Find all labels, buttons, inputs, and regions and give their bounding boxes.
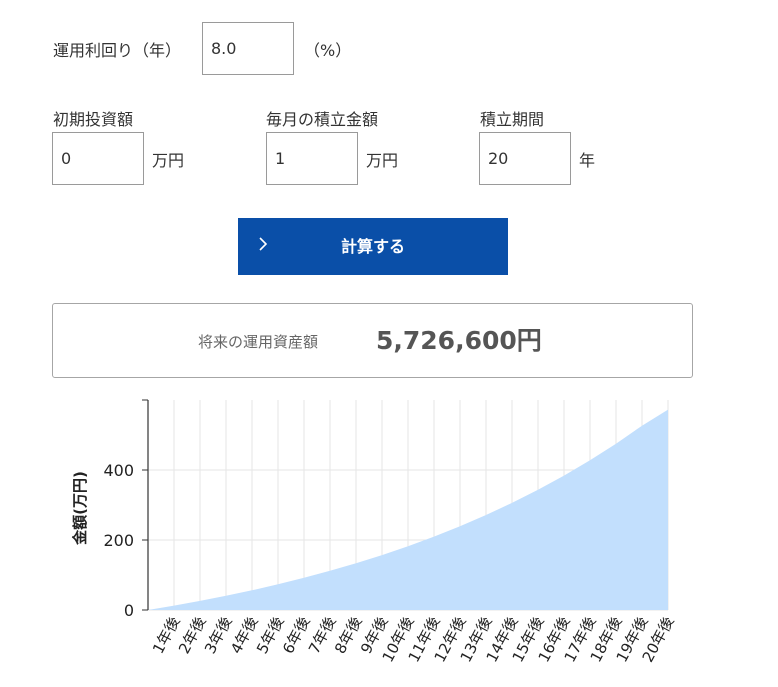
initial-label: 初期投資額 [53, 110, 134, 129]
period-label: 積立期間 [480, 110, 545, 129]
monthly-unit: 万円 [366, 151, 399, 170]
monthly-input[interactable] [266, 132, 358, 185]
period-unit: 年 [579, 151, 596, 170]
period-input[interactable] [479, 132, 571, 185]
result-box: 将来の運用資産額 5,726,600円 [52, 303, 693, 378]
result-label: 将来の運用資産額 [198, 333, 319, 351]
calculate-button[interactable]: 計算する [238, 218, 508, 275]
y-tick-label: 400 [103, 461, 134, 480]
result-value: 5,726,600円 [376, 326, 542, 355]
rate-unit: （%） [304, 41, 352, 60]
y-axis-label: 金額(万円) [71, 471, 89, 546]
asset-growth-chart: 02004001年後2年後3年後4年後5年後6年後7年後8年後9年後10年後11… [71, 399, 678, 665]
monthly-label: 毎月の積立金額 [266, 110, 379, 129]
rate-input[interactable] [202, 22, 294, 75]
rate-label: 運用利回り（年） [53, 41, 182, 60]
y-tick-label: 0 [124, 601, 134, 620]
initial-unit: 万円 [152, 151, 185, 170]
initial-input[interactable] [52, 132, 144, 185]
calculate-button-label: 計算する [340, 237, 405, 256]
y-tick-label: 200 [103, 531, 134, 550]
